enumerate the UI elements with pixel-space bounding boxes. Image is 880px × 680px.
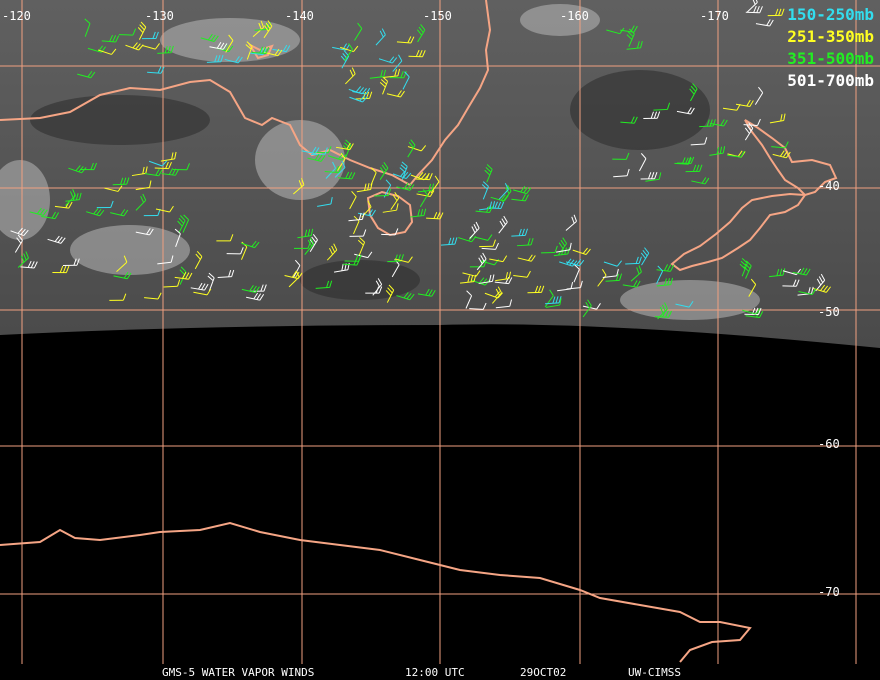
water-vapor-map <box>0 0 880 680</box>
data-source: UW-CIMSS <box>628 666 681 679</box>
lon-label: -160 <box>560 9 589 23</box>
lon-label: -140 <box>285 9 314 23</box>
lon-label: -130 <box>145 9 174 23</box>
legend-item-501-700: 501-700mb <box>787 71 874 90</box>
lat-label: -70 <box>818 585 840 599</box>
image-date: 29OCT02 <box>520 666 567 679</box>
lon-label: -170 <box>700 9 729 23</box>
lon-label: -150 <box>423 9 452 23</box>
product-name: GMS-5 WATER VAPOR WINDS <box>162 666 315 679</box>
lon-label: -120 <box>2 9 31 23</box>
lat-label: -60 <box>818 437 840 451</box>
legend-item-150-250: 150-250mb <box>787 5 874 24</box>
lat-label: -40 <box>818 179 840 193</box>
valid-time: 12:00 UTC <box>405 666 465 679</box>
pressure-legend: 150-250mb 251-350mb 351-500mb 501-700mb <box>787 4 874 92</box>
lat-label: -50 <box>818 305 840 319</box>
legend-item-351-500: 351-500mb <box>787 49 874 68</box>
legend-item-251-350: 251-350mb <box>787 27 874 46</box>
footer-bar: GMS-5 WATER VAPOR WINDS 12:00 UTC 29OCT0… <box>0 664 880 680</box>
